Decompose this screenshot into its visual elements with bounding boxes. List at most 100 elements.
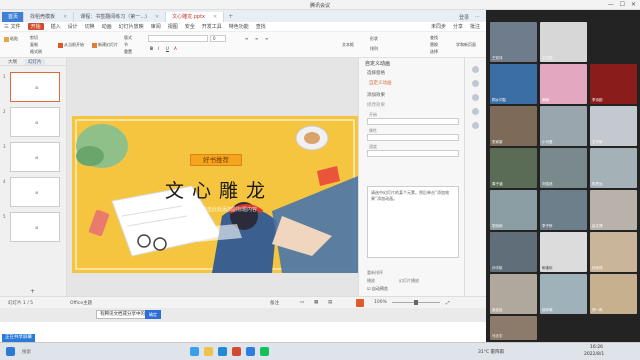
system-clock-time[interactable]: 16:26 [590,345,603,350]
tab-outline[interactable]: 大纲 [8,59,17,65]
normal-view-icon[interactable]: ▭ [300,300,304,305]
font-color-button[interactable]: A [174,46,177,51]
new-tab-icon[interactable]: + [224,12,237,22]
participant-tile[interactable]: 赵文博 [590,190,637,230]
help-tool-icon[interactable] [472,122,479,129]
participant-tile[interactable]: 吴佳怡 [490,274,537,314]
selection-pane-link[interactable]: 选择窗格 [367,70,385,76]
close-icon[interactable]: × [155,14,159,20]
sorter-view-icon[interactable]: ▦ [314,300,318,305]
shape-tool-icon[interactable] [472,94,479,101]
tab-slides[interactable]: 幻灯片 [25,58,45,65]
participant-tile[interactable]: 张晓雨 [490,190,537,230]
font-name-select[interactable] [148,35,208,42]
wps-app-icon[interactable] [232,347,241,356]
maximize-icon[interactable]: ☐ [620,1,625,8]
tab-course[interactable]: 课程：书签翻阅练习（第一...) × [74,12,167,22]
slide-thumbnail[interactable]: ⊠ [10,177,60,207]
start-select[interactable] [367,118,459,125]
slideshow-button[interactable]: 幻灯片播放 [399,278,419,284]
font-size-select[interactable]: 0 [210,35,226,42]
participant-tile[interactable]: 萌萌 [540,64,587,104]
menu-search[interactable]: 查找 [256,23,266,30]
participant-tile[interactable]: 张家豪 [490,106,537,146]
slide-thumbnail[interactable]: ⊠ [10,212,60,242]
more-icon[interactable]: ⋯ [475,14,480,20]
participant-tile[interactable]: 孙宇航 [490,232,537,272]
underline-button[interactable]: U [166,46,169,51]
arrange-button[interactable]: 排列 [370,46,378,52]
notes-button[interactable]: 备注 [270,300,279,306]
menu-security[interactable]: 安全 [185,23,195,30]
new-slide-button[interactable]: 新建幻灯片 [92,42,118,48]
custom-animation-link[interactable]: 自定义动画 [369,80,392,86]
menu-features[interactable]: 特色功能 [229,23,249,30]
participant-tile[interactable]: 刘浩然 [540,148,587,188]
align-center-icon[interactable]: ≡ [255,36,258,41]
menu-devtools[interactable]: 开发工具 [202,23,222,30]
notification-confirm-button[interactable]: 确定 [145,310,161,319]
participant-tile[interactable]: 徐梓萌 [540,274,587,314]
animation-tool-icon[interactable] [472,80,479,87]
minimize-icon[interactable]: — [608,1,614,8]
textbox-button[interactable]: 文本框 [342,42,354,48]
participant-tile[interactable]: 周子涵 [490,148,537,188]
participant-tile[interactable]: 李诗韵 [590,64,637,104]
property-select[interactable] [367,134,459,141]
menu-home[interactable]: 开始 [27,23,44,30]
add-slide-button[interactable]: + [30,288,35,295]
select-button[interactable]: 选择 [430,49,438,55]
reading-view-icon[interactable]: ▤ [328,300,332,305]
comment-button[interactable]: 批注 [470,23,480,30]
shape-button[interactable]: 形状 [370,36,378,42]
slide-thumbnail[interactable]: ⊠ [10,142,60,172]
participant-tile[interactable]: 桐乡刘智 [490,64,537,104]
screen-sharing-badge[interactable]: 正在共享屏幕 [2,334,35,342]
speed-select[interactable] [367,150,459,157]
weather-widget[interactable]: 31°C 雷阵雨 [478,349,504,355]
system-clock-date[interactable]: 2022/8/1 [584,352,604,357]
italic-button[interactable]: I [158,46,159,51]
edge-browser-icon[interactable] [218,347,227,356]
participant-tile[interactable]: 李子轩 [540,190,587,230]
add-effect-button[interactable]: 添加效果 [367,92,385,98]
participant-tile[interactable]: 马天宇 [490,316,537,340]
slide-thumbnail[interactable]: ⊠ [10,107,60,137]
participant-tile[interactable]: 和谁玩 [540,232,587,272]
menu-view[interactable]: 视图 [168,23,178,30]
menu-design[interactable]: 设计 [68,23,78,30]
participant-tile[interactable]: 王宇锐 [540,22,587,62]
windows-start-icon[interactable] [6,347,15,356]
tencent-meeting-icon[interactable] [246,347,255,356]
tab-document[interactable]: 文心雕龙.pptx × [166,12,225,22]
fit-window-icon[interactable]: ⤢ [446,300,450,306]
play-button[interactable]: 播放 [367,278,375,284]
menu-review[interactable]: 审阅 [151,23,161,30]
login-button[interactable]: 登录 [459,14,469,21]
learn-button[interactable]: 学和新页面 [456,42,476,48]
slideshow-play-icon[interactable] [356,299,364,307]
select-tool-icon[interactable] [472,66,479,73]
find-button[interactable]: 查找 [430,35,438,41]
replace-button[interactable]: 替换 [430,42,438,48]
zoom-slider-handle[interactable] [414,300,418,305]
align-left-icon[interactable]: ≡ [245,36,248,41]
cut-button[interactable]: 剪切 [30,35,38,41]
current-slide[interactable]: 好书推荐 文心雕龙 单击此处添加副标题内容 [72,116,358,273]
taskview-icon[interactable] [190,347,199,356]
participant-tile[interactable]: 何安然 [590,232,637,272]
file-explorer-icon[interactable] [204,347,213,356]
menu-insert[interactable]: 插入 [51,23,61,30]
sync-status[interactable]: 未同步 [431,23,446,30]
close-icon[interactable]: × [63,14,67,20]
wechat-icon[interactable] [260,347,269,356]
paste-button[interactable]: 粘贴 [4,36,18,42]
play-from-current-button[interactable]: 从当前开始 [58,42,84,48]
copy-button[interactable]: 复制 [30,42,38,48]
participant-tile[interactable]: 郑一鸣 [590,274,637,314]
menu-file[interactable]: 三 文件 [4,23,21,30]
participant-tile[interactable]: 小可爱 [540,106,587,146]
slide-thumbnail[interactable]: ⊠ [10,72,60,102]
autopreview-checkbox[interactable]: ☑ 自动预览 [367,286,388,292]
taskbar-search[interactable]: 搜索 [22,349,31,355]
